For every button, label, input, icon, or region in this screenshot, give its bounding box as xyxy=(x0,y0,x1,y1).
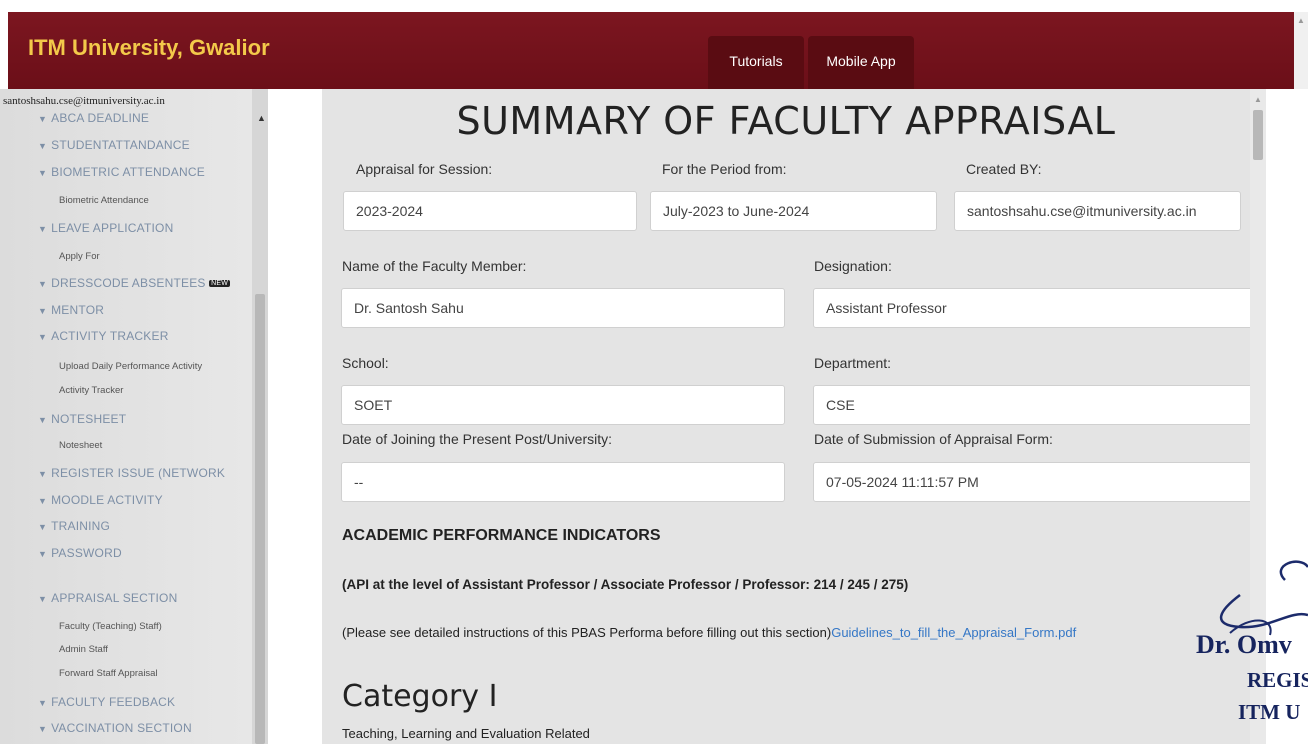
nav-tutorials[interactable]: Tutorials xyxy=(708,36,804,90)
nav-mobile-app[interactable]: Mobile App xyxy=(808,36,914,90)
caret-down-icon: ▼ xyxy=(38,724,48,734)
caret-down-icon: ▼ xyxy=(38,332,48,342)
caret-down-icon: ▼ xyxy=(38,469,48,479)
sidebar-item-label: STUDENTATTANDANCE xyxy=(51,138,190,152)
created-by-label: Created BY: xyxy=(966,161,1042,177)
sidebar-item-label: NOTESHEET xyxy=(51,412,127,426)
sidebar-subitem-notesheet[interactable]: Notesheet xyxy=(59,440,102,451)
guidelines-link[interactable]: Guidelines_to_fill_the_Appraisal_Form.pd… xyxy=(831,625,1076,640)
sidebar-user-email: santoshsahu.cse@itmuniversity.ac.in xyxy=(3,95,165,107)
faculty-name-field[interactable]: Dr. Santosh Sahu xyxy=(341,288,785,328)
caret-down-icon: ▼ xyxy=(38,698,48,708)
sidebar-item-label: ABCA DEADLINE xyxy=(51,111,150,125)
stamp-signatory-name: Dr. Omv xyxy=(1196,630,1292,659)
sidebar-item-faculty-feedback[interactable]: ▼ FACULTY FEEDBACK xyxy=(38,695,175,709)
scroll-up-icon[interactable]: ▲ xyxy=(1297,16,1305,25)
new-badge: NEW xyxy=(209,280,231,288)
designation-field[interactable]: Assistant Professor xyxy=(813,288,1250,328)
sidebar-item-password[interactable]: ▼ PASSWORD xyxy=(38,546,122,560)
session-field[interactable]: 2023-2024 xyxy=(343,191,637,231)
brand-title[interactable]: ITM University, Gwalior xyxy=(28,35,270,61)
sidebar-item-label: BIOMETRIC ATTENDANCE xyxy=(51,165,205,179)
sidebar-item-biometric-attendance[interactable]: ▼ BIOMETRIC ATTENDANCE xyxy=(38,165,205,179)
faculty-name-label: Name of the Faculty Member: xyxy=(342,258,527,274)
submission-date-field[interactable]: 07-05-2024 11:11:57 PM xyxy=(813,462,1250,502)
school-label: School: xyxy=(342,355,389,371)
category-subheading: Teaching, Learning and Evaluation Relate… xyxy=(342,726,590,741)
sidebar-item-label: ACTIVITY TRACKER xyxy=(51,329,169,343)
caret-down-icon: ▼ xyxy=(38,522,48,532)
sidebar-item-label: VACCINATION SECTION xyxy=(51,721,192,735)
instructions-text: (Please see detailed instructions of thi… xyxy=(342,625,832,640)
sidebar-item-leave-application[interactable]: ▼ LEAVE APPLICATION xyxy=(38,221,173,235)
sidebar-scroll-thumb[interactable] xyxy=(255,294,265,744)
joining-date-field[interactable]: -- xyxy=(341,462,785,502)
created-by-field[interactable]: santoshsahu.cse@itmuniversity.ac.in xyxy=(954,191,1241,231)
caret-down-icon: ▼ xyxy=(38,415,48,425)
main-scroll-thumb[interactable] xyxy=(1253,110,1263,160)
sidebar-item-mentor[interactable]: ▼ MENTOR xyxy=(38,303,104,317)
sidebar-item-label: DRESSCODE ABSENTEES xyxy=(51,276,206,290)
sidebar-item-dresscode-absentees[interactable]: ▼ DRESSCODE ABSENTEES NEW xyxy=(38,276,231,290)
department-field[interactable]: CSE xyxy=(813,385,1250,425)
caret-down-icon: ▼ xyxy=(38,549,48,559)
session-label: Appraisal for Session: xyxy=(356,161,493,177)
sidebar-subitem-activity-tracker[interactable]: Activity Tracker xyxy=(59,385,123,396)
stamp-title: REGIS xyxy=(1247,668,1308,692)
sidebar-item-vaccination-section[interactable]: ▼ VACCINATION SECTION xyxy=(38,721,192,735)
school-field[interactable]: SOET xyxy=(341,385,785,425)
caret-down-icon: ▼ xyxy=(38,114,48,124)
sidebar-item-moodle-activity[interactable]: ▼ MOODLE ACTIVITY xyxy=(38,493,163,507)
sidebar-item-label: MENTOR xyxy=(51,303,105,317)
sidebar-item-appraisal-section[interactable]: ▼ APPRAISAL SECTION xyxy=(38,591,177,605)
api-levels-text: (API at the level of Assistant Professor… xyxy=(342,577,909,592)
app-header: ITM University, Gwalior Tutorials Mobile… xyxy=(8,12,1294,90)
stamp-institution: ITM U xyxy=(1238,700,1301,724)
top-strip xyxy=(0,0,1308,12)
sidebar-item-activity-tracker[interactable]: ▼ ACTIVITY TRACKER xyxy=(38,329,169,343)
scroll-up-icon[interactable]: ▲ xyxy=(257,113,266,123)
category-heading: Category I xyxy=(342,679,498,714)
sidebar-item-label: REGISTER ISSUE (NETWORK xyxy=(51,466,226,480)
sidebar-subitem-upload-daily[interactable]: Upload Daily Performance Activity xyxy=(59,361,202,372)
sidebar-subitem-admin-staff[interactable]: Admin Staff xyxy=(59,644,108,655)
caret-down-icon: ▼ xyxy=(38,496,48,506)
caret-down-icon: ▼ xyxy=(38,224,48,234)
period-field[interactable]: July-2023 to June-2024 xyxy=(650,191,937,231)
page-scrollbar[interactable]: ▲ xyxy=(1294,12,1308,89)
caret-down-icon: ▼ xyxy=(38,594,48,604)
sidebar-item-label: LEAVE APPLICATION xyxy=(51,221,174,235)
sidebar-item-label: TRAINING xyxy=(51,519,111,533)
sidebar-subitem-apply-for[interactable]: Apply For xyxy=(59,251,100,262)
caret-down-icon: ▼ xyxy=(38,306,48,316)
sidebar: santoshsahu.cse@itmuniversity.ac.in ▼ ABC… xyxy=(0,89,268,744)
designation-label: Designation: xyxy=(814,258,892,274)
sidebar-item-training[interactable]: ▼ TRAINING xyxy=(38,519,110,533)
caret-down-icon: ▼ xyxy=(38,279,48,289)
submission-date-label: Date of Submission of Appraisal Form: xyxy=(814,431,1053,447)
period-label: For the Period from: xyxy=(662,161,787,177)
content-gutter xyxy=(268,89,322,744)
sidebar-item-notesheet[interactable]: ▼ NOTESHEET xyxy=(38,412,126,426)
caret-down-icon: ▼ xyxy=(38,168,48,178)
sidebar-subitem-biometric[interactable]: Biometric Attendance xyxy=(59,195,149,206)
sidebar-item-label: FACULTY FEEDBACK xyxy=(51,695,176,709)
scroll-up-icon[interactable]: ▲ xyxy=(1254,95,1262,104)
sidebar-item-label: PASSWORD xyxy=(51,546,122,560)
instructions-note: (Please see detailed instructions of thi… xyxy=(342,625,1076,640)
caret-down-icon: ▼ xyxy=(38,141,48,151)
department-label: Department: xyxy=(814,355,892,371)
joining-date-label: Date of Joining the Present Post/Univers… xyxy=(342,431,613,447)
sidebar-item-label: MOODLE ACTIVITY xyxy=(51,493,163,507)
sidebar-item-abca-deadline[interactable]: ▼ ABCA DEADLINE xyxy=(38,111,149,125)
appraisal-panel: SUMMARY OF FACULTY APPRAISAL Appraisal f… xyxy=(322,89,1250,744)
section-heading: ACADEMIC PERFORMANCE INDICATORS xyxy=(342,527,661,544)
sidebar-subitem-forward-staff[interactable]: Forward Staff Appraisal xyxy=(59,668,158,679)
sidebar-subitem-faculty-teaching[interactable]: Faculty (Teaching) Staff) xyxy=(59,621,162,632)
sidebar-item-label: APPRAISAL SECTION xyxy=(51,591,178,605)
sidebar-item-studentattandance[interactable]: ▼ STUDENTATTANDANCE xyxy=(38,138,190,152)
sidebar-item-register-issue[interactable]: ▼ REGISTER ISSUE (NETWORK xyxy=(38,466,225,480)
page-title: SUMMARY OF FACULTY APPRAISAL xyxy=(456,99,1116,143)
